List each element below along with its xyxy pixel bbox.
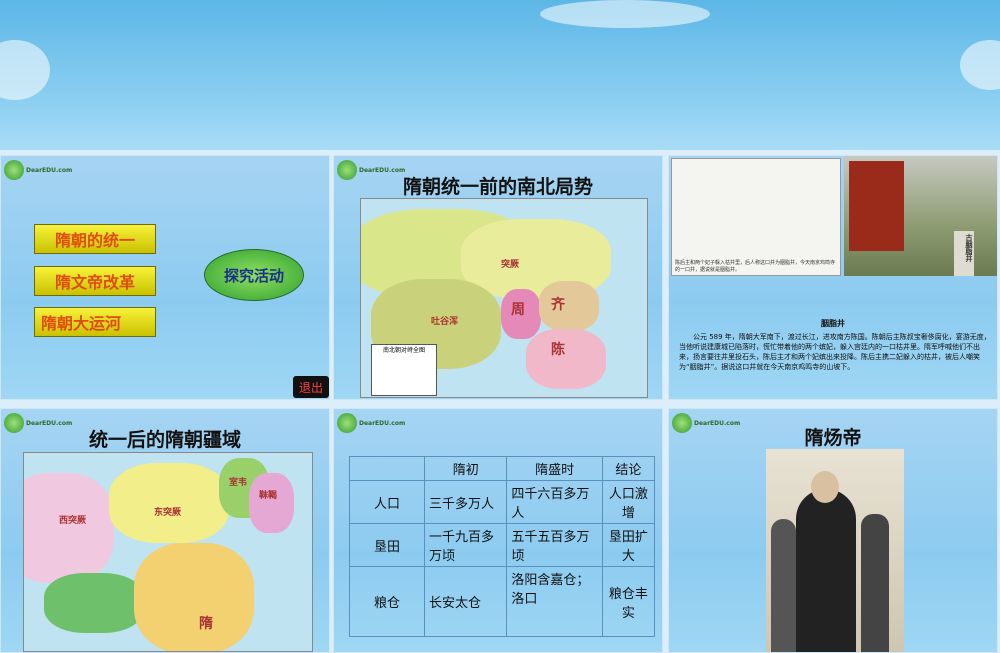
slide-thumbnail-5[interactable]: DearEDU.com 隋初 隋盛时 结论 人口 三千多万人 四千六百多万人 人… bbox=[333, 408, 663, 653]
map-label: 东突厥 bbox=[154, 508, 182, 518]
story-paragraph: 公元 589 年，隋朝大军南下，渡过长江，进攻南方陈国。陈朝后主陈叔宝奢侈腐化，… bbox=[679, 333, 991, 371]
slide-sorter-header-area bbox=[0, 0, 1000, 150]
map-label: 周 bbox=[511, 302, 525, 318]
comparison-table: 隋初 隋盛时 结论 人口 三千多万人 四千六百多万人 人口激增 垦田 一千九百多… bbox=[349, 456, 656, 637]
slide-title: 统一后的隋朝疆域 bbox=[88, 429, 241, 451]
button-grand-canal[interactable]: 隋朝大运河 bbox=[34, 307, 156, 337]
slide-thumbnail-4[interactable]: DearEDU.com 统一后的隋朝疆域 西突厥 东突厥 靺鞨 室韦 隋 bbox=[0, 408, 330, 653]
table-row: 垦田 一千九百多万顷 五千五百多万顷 垦田扩大 bbox=[349, 523, 656, 567]
well-photo: 古胭脂井 bbox=[844, 156, 997, 276]
button-explore-activity[interactable]: 探究活动 bbox=[204, 249, 304, 301]
button-emperor-wen-reform[interactable]: 隋文帝改革 bbox=[34, 266, 156, 296]
slide-thumbnail-2[interactable]: DearEDU.com 隋朝统一前的南北局势 突厥 吐谷浑 周 齐 陈 南北朝对… bbox=[333, 155, 663, 400]
map-label: 靺鞨 bbox=[259, 491, 278, 501]
map-label: 陈 bbox=[551, 342, 565, 358]
slide-thumbnail-1[interactable]: DearEDU.com 隋朝的统一 隋文帝改革 隋朝大运河 探究活动 退出 bbox=[0, 155, 330, 400]
map-label: 室韦 bbox=[229, 478, 248, 488]
slide-title: 隋炀帝 bbox=[804, 427, 862, 449]
table-row: 粮仓 长安太仓 洛阳含嘉仓；洛口 粮仓丰实 bbox=[349, 566, 656, 637]
button-sui-unification[interactable]: 隋朝的统一 bbox=[34, 224, 156, 254]
exit-button[interactable]: 退出 bbox=[293, 376, 329, 398]
map-label: 突厥 bbox=[501, 260, 520, 270]
cloud-decoration bbox=[960, 40, 1000, 90]
dearedu-logo: DearEDU.com bbox=[337, 413, 405, 433]
slide-title: 隋朝统一前的南北局势 bbox=[402, 176, 593, 198]
slide-thumbnail-3[interactable]: 陈后主和两个妃子躲入枯井里，后人称这口井为胭脂井，今天南京鸡鸣寺的一口井，据说就… bbox=[668, 155, 998, 400]
sui-territory-map: 西突厥 东突厥 靺鞨 室韦 隋 bbox=[23, 452, 313, 652]
map-label: 隋 bbox=[199, 616, 213, 632]
north-south-map: 突厥 吐谷浑 周 齐 陈 南北朝对峙全图 bbox=[360, 198, 648, 398]
dearedu-logo: DearEDU.com bbox=[4, 160, 72, 180]
cloud-decoration bbox=[0, 40, 50, 100]
section-heading: 胭脂井 bbox=[821, 319, 845, 328]
table-header-row: 隋初 隋盛时 结论 bbox=[349, 456, 656, 481]
illustration-image: 陈后主和两个妃子躲入枯井里，后人称这口井为胭脂井，今天南京鸡鸣寺的一口井，据说就… bbox=[671, 158, 841, 276]
table-row: 人口 三千多万人 四千六百多万人 人口激增 bbox=[349, 480, 656, 524]
map-label: 齐 bbox=[551, 297, 565, 313]
map-legend: 南北朝对峙全图 bbox=[371, 344, 437, 396]
map-label: 西突厥 bbox=[59, 516, 87, 526]
map-label: 吐谷浑 bbox=[431, 317, 459, 327]
cloud-decoration bbox=[540, 0, 710, 28]
emperor-yang-portrait bbox=[766, 449, 904, 652]
slide-thumbnail-6[interactable]: DearEDU.com 隋炀帝 bbox=[668, 408, 998, 653]
